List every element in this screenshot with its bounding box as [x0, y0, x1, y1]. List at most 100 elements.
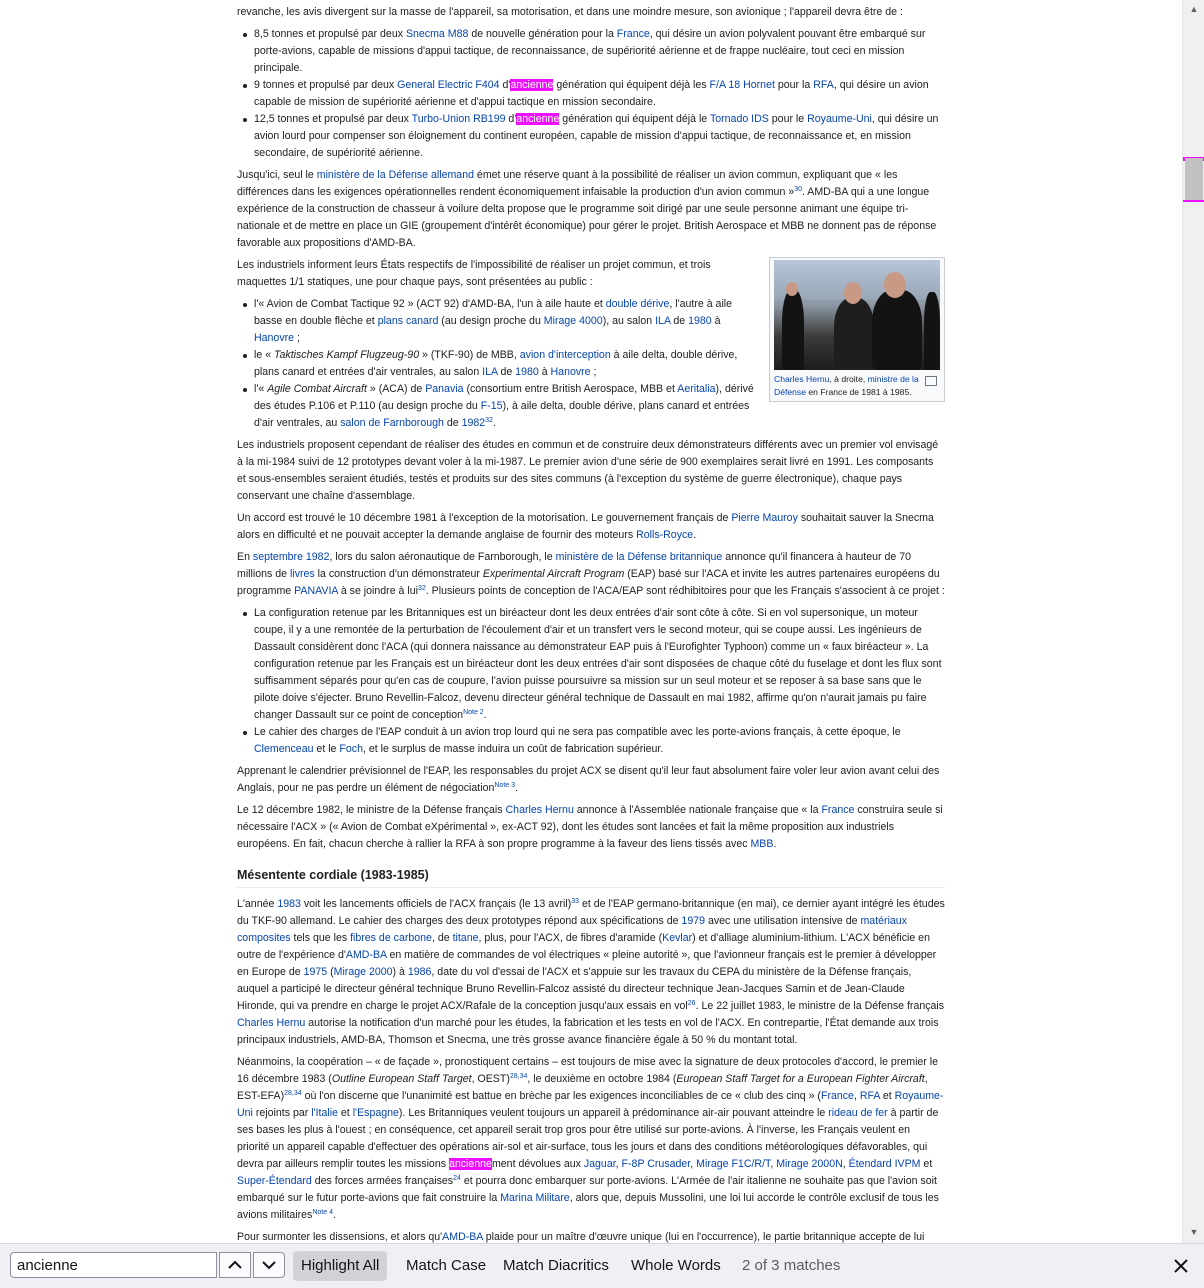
reference[interactable]: 32: [485, 417, 493, 424]
link[interactable]: F-8P Crusader: [622, 1158, 691, 1170]
search-highlight: ancienne: [510, 79, 554, 91]
note-reference[interactable]: Note 2: [463, 709, 484, 716]
link[interactable]: Charles Hernu: [506, 804, 574, 816]
link[interactable]: France: [617, 28, 650, 40]
scroll-up-arrow-icon[interactable]: ▲: [1186, 2, 1202, 16]
match-case-toggle[interactable]: Match Case: [398, 1251, 494, 1281]
link[interactable]: F-15: [481, 400, 503, 412]
link[interactable]: livres: [290, 568, 315, 580]
search-highlight: ancienne: [448, 1158, 492, 1170]
link[interactable]: Pierre Mauroy: [731, 512, 798, 524]
paragraph: L'année 1983 voit les lancements officie…: [237, 898, 945, 1046]
link[interactable]: ministère de la Défense allemand: [317, 169, 474, 181]
link[interactable]: MBB: [750, 838, 773, 850]
link[interactable]: PANAVIA: [294, 585, 338, 597]
find-next-button[interactable]: [253, 1252, 285, 1278]
link[interactable]: Étendard IVPM: [849, 1158, 921, 1170]
link[interactable]: Kevlar: [662, 932, 692, 944]
link[interactable]: Marina Militare: [500, 1192, 569, 1204]
list-item: Le cahier des charges de l'EAP conduit à…: [243, 724, 945, 758]
link[interactable]: RFA: [860, 1090, 880, 1102]
link[interactable]: rideau de fer: [828, 1107, 887, 1119]
link[interactable]: fibres de carbone: [350, 932, 432, 944]
link[interactable]: ILA: [482, 366, 497, 378]
highlight-all-toggle[interactable]: Highlight All: [293, 1251, 388, 1281]
link[interactable]: titane: [453, 932, 479, 944]
link[interactable]: double dérive: [606, 298, 670, 310]
vertical-scrollbar[interactable]: ▲ ▼: [1182, 0, 1204, 1243]
link[interactable]: Aeritalia: [677, 383, 715, 395]
link[interactable]: Foch: [339, 743, 363, 755]
match-count: 2 of 3 matches: [742, 1257, 841, 1274]
link[interactable]: plans canard: [378, 315, 439, 327]
link[interactable]: AMD-BA: [346, 949, 387, 961]
note-reference[interactable]: Note 4: [312, 1209, 333, 1216]
link[interactable]: l'Italie: [311, 1107, 338, 1119]
link[interactable]: ministère de la Défense britannique: [556, 551, 723, 563]
link[interactable]: Mirage 2000N: [776, 1158, 843, 1170]
link[interactable]: Mirage 2000: [334, 966, 393, 978]
close-find-bar-button[interactable]: [1168, 1253, 1194, 1279]
page-viewport: revanche, les avis divergent sur la mass…: [0, 0, 1182, 1243]
chevron-down-icon: [262, 1261, 276, 1270]
list-item: l'« Avion de Combat Tactique 92 » (ACT 9…: [243, 296, 945, 347]
link[interactable]: Hanovre: [551, 366, 591, 378]
link[interactable]: 1980: [515, 366, 539, 378]
reference[interactable]: 26: [688, 1000, 696, 1007]
link[interactable]: RFA: [813, 79, 834, 91]
reference[interactable]: 28,34: [510, 1073, 528, 1080]
link[interactable]: General Electric F404: [397, 79, 499, 91]
scroll-down-arrow-icon[interactable]: ▼: [1186, 1225, 1202, 1239]
link[interactable]: Mirage F1C/R/T: [696, 1158, 770, 1170]
find-input[interactable]: [10, 1252, 217, 1278]
link[interactable]: l'Espagne: [353, 1107, 399, 1119]
link[interactable]: Jaguar: [584, 1158, 616, 1170]
whole-words-toggle[interactable]: Whole Words: [623, 1251, 729, 1281]
paragraph: Jusqu'ici, seul le ministère de la Défen…: [237, 169, 937, 249]
match-marker: [1183, 200, 1204, 202]
link[interactable]: Charles Hernu: [237, 1017, 305, 1029]
link[interactable]: 1975: [304, 966, 328, 978]
link[interactable]: France: [821, 804, 854, 816]
link[interactable]: France: [821, 1090, 854, 1102]
objections-list: La configuration retenue par les Britann…: [237, 605, 945, 758]
link[interactable]: salon de Farnborough: [340, 417, 444, 429]
paragraph: revanche, les avis divergent sur la mass…: [237, 6, 903, 18]
scrollbar-thumb[interactable]: [1185, 158, 1203, 202]
link[interactable]: septembre 1982: [253, 551, 330, 563]
reference[interactable]: 33: [571, 898, 579, 905]
chevron-up-icon: [228, 1260, 242, 1269]
paragraph: Pour surmonter les dissensions, et alors…: [237, 1231, 925, 1243]
reference[interactable]: 28,34: [284, 1090, 302, 1097]
link[interactable]: Clemenceau: [254, 743, 313, 755]
link[interactable]: Super-Étendard: [237, 1175, 312, 1187]
link[interactable]: Rolls-Royce: [636, 529, 693, 541]
note-reference[interactable]: Note 3: [494, 782, 515, 789]
link[interactable]: Mirage 4000: [544, 315, 603, 327]
link[interactable]: 1986: [408, 966, 432, 978]
find-previous-button[interactable]: [219, 1252, 251, 1278]
link[interactable]: Hanovre: [254, 332, 294, 344]
link[interactable]: Panavia: [425, 383, 463, 395]
match-diacritics-toggle[interactable]: Match Diacritics: [495, 1251, 617, 1281]
link[interactable]: 1980: [688, 315, 712, 327]
paragraph: Néanmoins, la coopération – « de façade …: [237, 1056, 944, 1221]
link[interactable]: 1982: [462, 417, 486, 429]
link[interactable]: avion d'interception: [520, 349, 611, 361]
link[interactable]: 1979: [681, 915, 705, 927]
reference[interactable]: 32: [418, 585, 426, 592]
article-content: revanche, les avis divergent sur la mass…: [237, 4, 945, 1243]
paragraph: Un accord est trouvé le 10 décembre 1981…: [237, 512, 934, 541]
link[interactable]: 1983: [277, 898, 301, 910]
engine-options-list: 8,5 tonnes et propulsé par deux Snecma M…: [237, 26, 945, 162]
reference[interactable]: 24: [453, 1175, 461, 1182]
paragraph: Apprenant le calendrier prévisionnel de …: [237, 765, 940, 794]
link[interactable]: ILA: [655, 315, 670, 327]
link[interactable]: AMD-BA: [442, 1231, 483, 1243]
link[interactable]: Tornado IDS: [710, 113, 769, 125]
link[interactable]: Turbo-Union RB199: [412, 113, 506, 125]
link[interactable]: F/A 18 Hornet: [710, 79, 775, 91]
link[interactable]: Snecma M88: [406, 28, 468, 40]
reference[interactable]: 30: [794, 186, 802, 193]
link[interactable]: Royaume-Uni: [807, 113, 872, 125]
